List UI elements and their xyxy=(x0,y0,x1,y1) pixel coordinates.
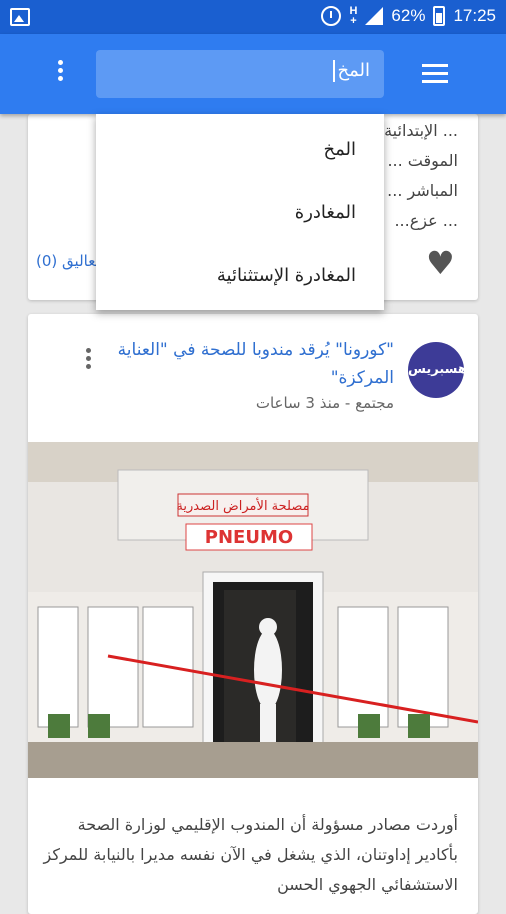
suggestion-item[interactable]: المخ xyxy=(96,114,384,177)
heart-icon[interactable]: ♥ xyxy=(426,246,460,280)
menu-icon[interactable] xyxy=(422,64,448,84)
article-title[interactable]: "كورونا" يُرقد مندوبا للصحة في "العناية … xyxy=(104,336,394,392)
comments-link[interactable]: تعاليق (0) xyxy=(36,252,100,270)
publisher-logo: هسبريس xyxy=(408,342,467,398)
article-photo[interactable]: مصلحة الأمراض الصدرية PNEUMO xyxy=(28,442,478,778)
clock: 17:25 xyxy=(453,6,496,25)
suggestion-item[interactable]: المغادرة الإستثنائية xyxy=(96,240,384,303)
suggestion-item[interactable]: المغادرة xyxy=(96,177,384,240)
network-type-icon: H + xyxy=(349,5,358,27)
article-body: أوردت مصادر مسؤولة أن المندوب الإقليمي ل… xyxy=(43,815,458,894)
app-bar: المخ xyxy=(0,34,506,114)
search-value: المخ xyxy=(337,60,370,81)
article-options-icon[interactable] xyxy=(82,348,94,378)
text-cursor xyxy=(333,60,336,82)
search-suggestions: المخ المغادرة المغادرة الإستثنائية xyxy=(96,114,384,310)
status-bar: H + 62% 17:25 xyxy=(0,0,506,34)
search-input[interactable]: المخ xyxy=(96,50,384,98)
article-card[interactable]: هسبريس "كورونا" يُرقد مندوبا للصحة في "ا… xyxy=(28,314,478,914)
battery-percent: 62% xyxy=(391,6,426,25)
sign-arabic: مصلحة الأمراض الصدرية xyxy=(176,497,309,514)
signal-icon xyxy=(365,7,384,25)
alarm-icon xyxy=(321,6,342,26)
overflow-menu-icon[interactable] xyxy=(50,60,70,88)
article-meta: مجتمع - منذ 3 ساعات xyxy=(255,394,394,412)
gallery-notification-icon xyxy=(10,8,30,26)
hospital-building-illustration: مصلحة الأمراض الصدرية PNEUMO xyxy=(28,442,478,778)
sign-pneumo: PNEUMO xyxy=(205,527,293,548)
battery-icon xyxy=(433,6,446,26)
